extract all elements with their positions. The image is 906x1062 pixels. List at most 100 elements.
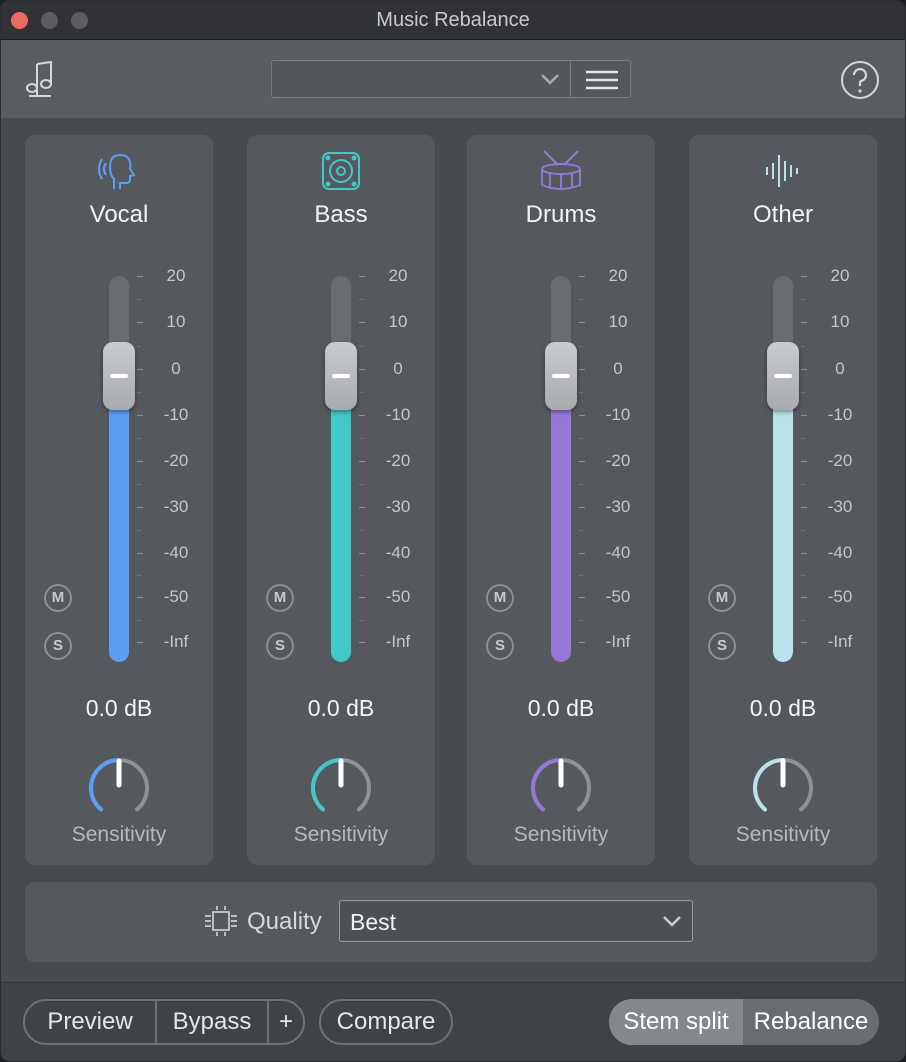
scale-minor-tick bbox=[579, 484, 583, 485]
scale-tick bbox=[137, 553, 143, 554]
stem-split-button[interactable]: Stem split bbox=[609, 999, 743, 1045]
scale-label: 10 bbox=[830, 312, 850, 331]
solo-button[interactable]: S bbox=[266, 632, 294, 660]
scale-tick bbox=[137, 461, 143, 462]
scale-label: -20 bbox=[163, 451, 189, 470]
scale-label: -40 bbox=[163, 543, 189, 562]
scale-minor-tick bbox=[801, 346, 805, 347]
scale-label: -40 bbox=[385, 543, 411, 562]
scale-label: -50 bbox=[827, 587, 853, 606]
scale-minor-tick bbox=[801, 575, 805, 576]
bottom-bar: Preview Bypass + Compare Stem split Reba… bbox=[1, 982, 905, 1061]
scale-minor-tick bbox=[137, 575, 141, 576]
scale-label: -10 bbox=[827, 405, 853, 424]
scale-tick bbox=[137, 415, 143, 416]
sensitivity-knob[interactable] bbox=[528, 755, 594, 821]
solo-button[interactable]: S bbox=[708, 632, 736, 660]
gain-readout: 0.0 dB bbox=[85, 695, 153, 721]
scale-label: -20 bbox=[385, 451, 411, 470]
db-scale: 20 10 0 -10 -20 -30 -40 -50 -Inf bbox=[135, 266, 211, 662]
fader-track[interactable] bbox=[773, 276, 793, 662]
chevron-down-icon bbox=[541, 74, 559, 85]
scale-minor-tick bbox=[137, 299, 141, 300]
scale-tick bbox=[359, 507, 365, 508]
scale-minor-tick bbox=[801, 299, 805, 300]
scale-label: 0 bbox=[835, 359, 845, 378]
toolbar bbox=[1, 40, 905, 118]
scale-label: 20 bbox=[388, 266, 408, 285]
scale-minor-tick bbox=[359, 530, 363, 531]
scale-label: -20 bbox=[827, 451, 853, 470]
solo-button[interactable]: S bbox=[44, 632, 72, 660]
fader-track[interactable] bbox=[331, 276, 351, 662]
scale-minor-tick bbox=[579, 299, 583, 300]
scale-minor-tick bbox=[579, 575, 583, 576]
scale-minor-tick bbox=[579, 438, 583, 439]
solo-button[interactable]: S bbox=[486, 632, 514, 660]
scale-label: -20 bbox=[605, 451, 631, 470]
scale-tick bbox=[801, 461, 807, 462]
scale-tick bbox=[359, 461, 365, 462]
scale-label: 0 bbox=[171, 359, 181, 378]
scale-tick bbox=[359, 553, 365, 554]
scale-label: -30 bbox=[827, 497, 853, 516]
scale-label: 10 bbox=[608, 312, 628, 331]
add-button[interactable]: + bbox=[269, 1001, 303, 1043]
fader-handle[interactable] bbox=[103, 342, 135, 410]
rebalance-mode-button[interactable]: Rebalance bbox=[743, 999, 879, 1045]
sensitivity-knob[interactable] bbox=[86, 755, 152, 821]
fader-handle[interactable] bbox=[767, 342, 799, 410]
scale-tick bbox=[137, 276, 143, 277]
preset-divider bbox=[570, 61, 571, 97]
mute-button[interactable]: M bbox=[708, 584, 736, 612]
fader-handle[interactable] bbox=[545, 342, 577, 410]
channel-strip-drums: Drums 20 10 0 -10 -20 -30 -40 -50 -Inf M S 0.0 d… bbox=[467, 135, 655, 865]
mute-button[interactable]: M bbox=[486, 584, 514, 612]
music-note-icon[interactable] bbox=[23, 60, 57, 100]
scale-tick bbox=[137, 642, 143, 643]
scale-tick bbox=[579, 461, 585, 462]
scale-tick bbox=[137, 597, 143, 598]
fader-track[interactable] bbox=[109, 276, 129, 662]
preview-button[interactable]: Preview bbox=[25, 1001, 155, 1043]
gain-readout: 0.0 dB bbox=[527, 695, 595, 721]
scale-label: -10 bbox=[385, 405, 411, 424]
scale-minor-tick bbox=[137, 392, 141, 393]
bypass-button[interactable]: Bypass bbox=[157, 1001, 267, 1043]
fader-handle[interactable] bbox=[325, 342, 357, 410]
fader-track[interactable] bbox=[551, 276, 571, 662]
scale-label: -50 bbox=[385, 587, 411, 606]
scale-label: -50 bbox=[605, 587, 631, 606]
quality-dropdown[interactable]: Best bbox=[339, 900, 693, 942]
speaker-icon bbox=[247, 149, 435, 193]
scale-minor-tick bbox=[359, 346, 363, 347]
scale-label: -40 bbox=[827, 543, 853, 562]
scale-tick bbox=[801, 553, 807, 554]
scale-tick bbox=[579, 276, 585, 277]
scale-tick bbox=[801, 322, 807, 323]
sensitivity-knob[interactable] bbox=[750, 755, 816, 821]
mute-button[interactable]: M bbox=[44, 584, 72, 612]
channel-name: Other bbox=[752, 201, 814, 228]
preset-dropdown[interactable] bbox=[271, 60, 631, 98]
compare-button[interactable]: Compare bbox=[319, 999, 453, 1045]
scale-tick bbox=[137, 369, 143, 370]
vocal-head-icon bbox=[25, 149, 213, 193]
scale-tick bbox=[579, 597, 585, 598]
hamburger-menu-icon[interactable] bbox=[586, 70, 618, 90]
scale-minor-tick bbox=[359, 620, 363, 621]
scale-label: -50 bbox=[163, 587, 189, 606]
scale-tick bbox=[137, 507, 143, 508]
scale-minor-tick bbox=[137, 484, 141, 485]
waveform-icon bbox=[689, 149, 877, 193]
db-scale: 20 10 0 -10 -20 -30 -40 -50 -Inf bbox=[357, 266, 433, 662]
scale-label: -Inf bbox=[827, 632, 853, 651]
scale-minor-tick bbox=[801, 530, 805, 531]
question-mark-icon[interactable] bbox=[839, 59, 881, 101]
scale-tick bbox=[359, 415, 365, 416]
sensitivity-knob[interactable] bbox=[308, 755, 374, 821]
quality-panel: Quality Best bbox=[25, 882, 877, 962]
scale-tick bbox=[801, 276, 807, 277]
scale-minor-tick bbox=[359, 299, 363, 300]
mute-button[interactable]: M bbox=[266, 584, 294, 612]
